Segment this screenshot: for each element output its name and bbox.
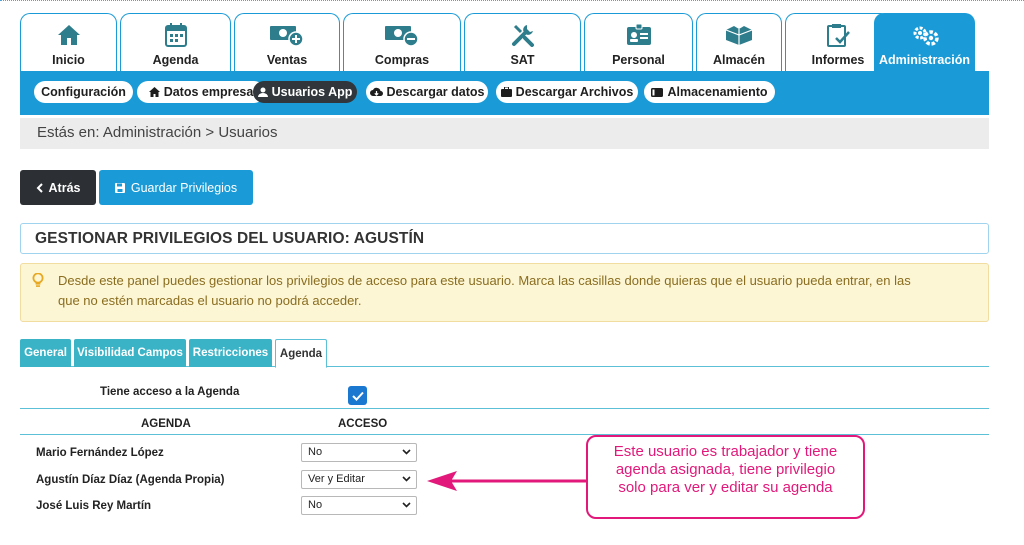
breadcrumb: Estás en: Administración > Usuarios: [20, 118, 989, 149]
module-tab-administracion[interactable]: Administración: [874, 13, 975, 71]
gears-icon: [875, 22, 974, 48]
boxes-icon: [697, 22, 781, 48]
privilege-tabs: General Visibilidad Campos Restricciones…: [20, 339, 989, 368]
back-button[interactable]: Atrás: [20, 170, 96, 205]
agenda-access-select[interactable]: Ver y Editar: [301, 470, 417, 489]
chevron-down-icon: [402, 502, 411, 508]
page-title: GESTIONAR PRIVILEGIOS DEL USUARIO: AGUST…: [20, 223, 989, 254]
module-tab-personal[interactable]: Personal: [584, 13, 693, 71]
agenda-row-name: José Luis Rey Martín: [36, 500, 152, 512]
divider: [20, 408, 989, 409]
chevron-down-icon: [402, 449, 411, 455]
cloud-download-icon: [369, 87, 383, 96]
module-tab-inicio[interactable]: Inicio: [20, 13, 117, 71]
info-alert: Desde este panel puedes gestionar los pr…: [20, 263, 989, 322]
briefcase-icon: [500, 87, 512, 97]
subnav-descargar-datos[interactable]: Descargar datos: [366, 81, 488, 103]
save-privileges-button[interactable]: Guardar Privilegios: [99, 170, 253, 205]
save-icon: [114, 182, 125, 193]
module-tab-agenda[interactable]: Agenda: [120, 13, 231, 71]
user-icon: [257, 87, 268, 97]
tab-general[interactable]: General: [20, 339, 71, 367]
chevron-down-icon: [402, 476, 411, 482]
calendar-icon: [121, 22, 230, 48]
money-minus-icon: [344, 22, 460, 48]
column-header-acceso: ACCESO: [338, 418, 388, 430]
agenda-access-checkbox[interactable]: [348, 386, 367, 405]
annotation-callout: Este usuario es trabajador y tiene agend…: [586, 435, 865, 519]
module-tab-sat[interactable]: SAT: [464, 13, 581, 71]
home-icon: [21, 22, 116, 48]
check-icon: [351, 391, 364, 401]
module-tab-compras[interactable]: Compras: [343, 13, 461, 71]
subnav-usuarios-app[interactable]: Usuarios App: [253, 81, 357, 103]
tab-visibilidad-campos[interactable]: Visibilidad Campos: [74, 339, 186, 367]
lightbulb-icon: [32, 273, 44, 287]
module-tab-ventas[interactable]: Ventas: [234, 13, 340, 71]
agenda-row-name: Agustín Díaz Díaz (Agenda Propia): [36, 474, 225, 486]
module-tabs: Inicio Agenda Ventas Compras SAT Persona…: [20, 13, 989, 71]
subnav-datos-empresa[interactable]: Datos empresa: [137, 81, 265, 103]
alert-text-line-2: que no estén marcadas el usuario no podr…: [58, 293, 362, 308]
id-card-icon: [585, 22, 692, 48]
alert-text-line-1: Desde este panel puedes gestionar los pr…: [58, 273, 911, 288]
subnav-almacenamiento[interactable]: Almacenamiento: [644, 81, 775, 103]
column-header-agenda: AGENDA: [141, 418, 191, 430]
tab-agenda[interactable]: Agenda: [275, 339, 327, 368]
agenda-access-select[interactable]: No: [301, 443, 417, 462]
hdd-icon: [651, 87, 664, 97]
money-plus-icon: [235, 22, 339, 48]
chevron-left-icon: [36, 182, 43, 193]
agenda-row-name: Mario Fernández López: [36, 447, 164, 459]
subnav-configuracion[interactable]: Configuración: [34, 81, 133, 103]
home-icon: [148, 87, 160, 97]
agenda-access-select[interactable]: No: [301, 496, 417, 515]
sub-navigation: Configuración Datos empresa Usuarios App…: [20, 71, 989, 115]
tab-restricciones[interactable]: Restricciones: [189, 339, 272, 367]
annotation-arrow: [427, 471, 587, 491]
agenda-access-label: Tiene acceso a la Agenda: [100, 386, 240, 398]
module-tab-almacen[interactable]: Almacén: [696, 13, 782, 71]
tools-icon: [465, 22, 580, 48]
subnav-descargar-archivos[interactable]: Descargar Archivos: [496, 81, 638, 103]
